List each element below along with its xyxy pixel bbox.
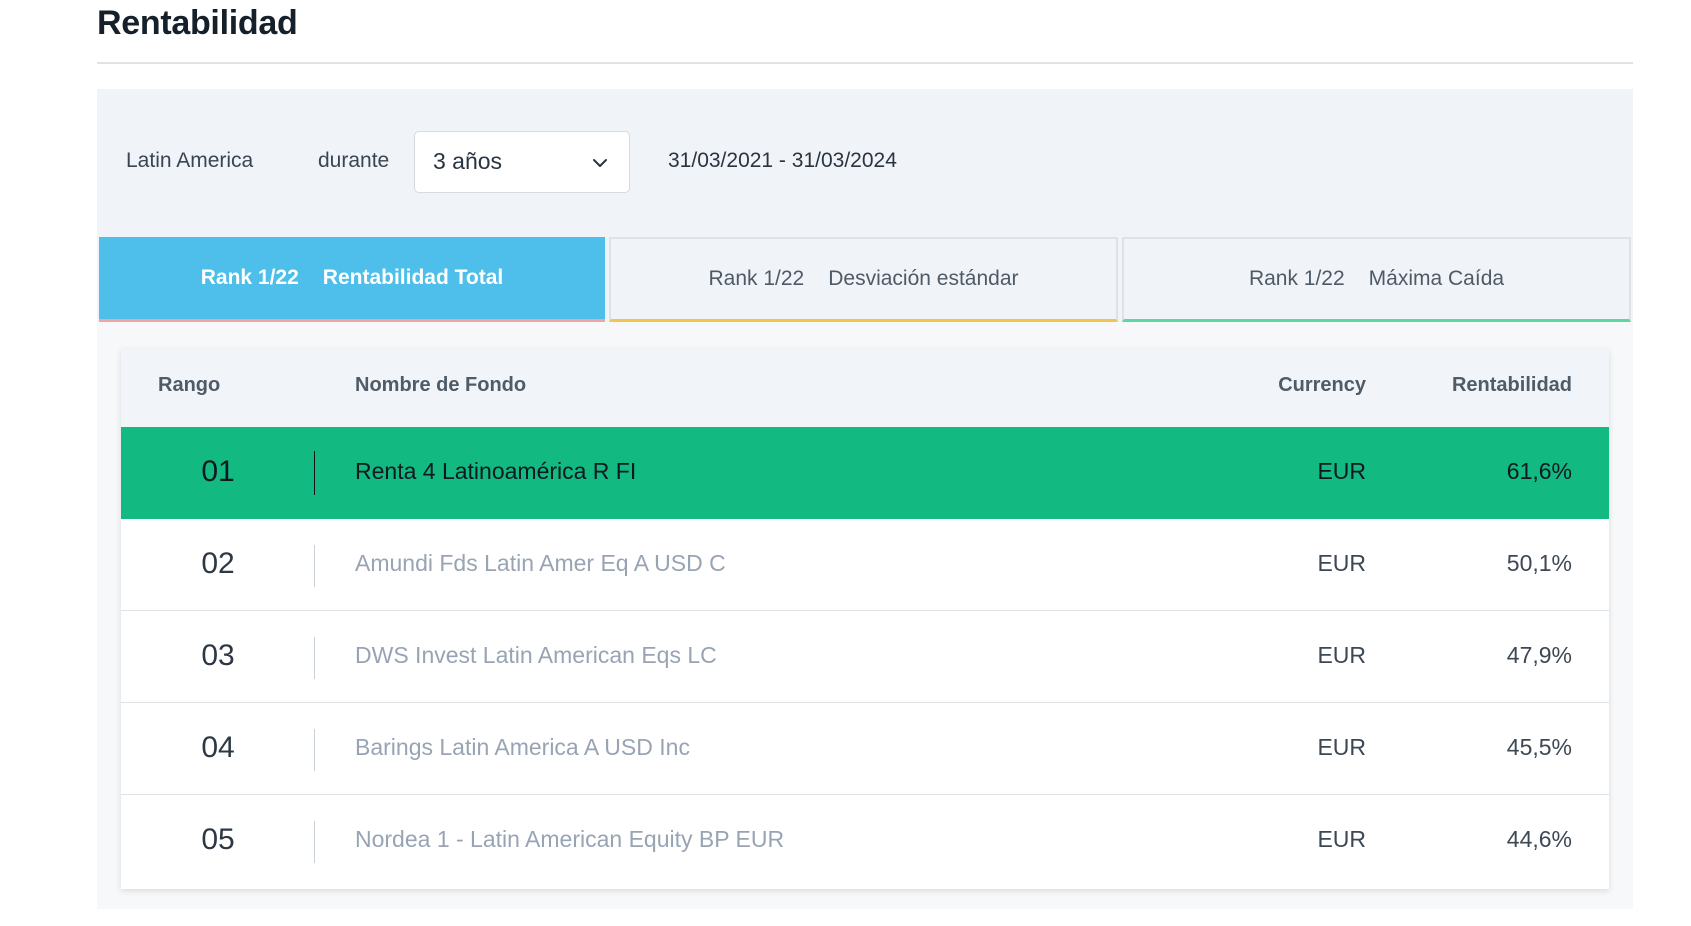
row-currency: EUR [1317, 826, 1366, 852]
column-header-fund-name[interactable]: Nombre de Fondo [355, 374, 526, 397]
row-currency: EUR [1317, 550, 1366, 576]
row-return: 50,1% [1506, 550, 1572, 576]
table-row[interactable]: 04 Barings Latin America A USD Inc EUR 4… [121, 703, 1609, 795]
tab-label: Rentabilidad Total [322, 266, 504, 289]
row-divider [314, 821, 315, 863]
row-rank: 05 [201, 823, 235, 856]
column-header-currency[interactable]: Currency [1278, 374, 1366, 397]
row-fund-name: Nordea 1 - Latin American Equity BP EUR [355, 826, 785, 852]
tab-label: Desviación estándar [828, 267, 1019, 290]
row-return: 44,6% [1506, 826, 1572, 852]
row-divider [314, 545, 315, 587]
tab-rentabilidad-total[interactable]: Rank 1/22 Rentabilidad Total [99, 237, 605, 322]
title-divider [97, 62, 1633, 64]
column-header-rank[interactable]: Rango [158, 374, 220, 397]
row-return: 61,6% [1506, 458, 1572, 484]
page-title: Rentabilidad [97, 4, 298, 42]
page: Rentabilidad Latin America durante 3 año… [0, 0, 1691, 926]
chevron-down-icon [593, 159, 607, 167]
row-fund-name: Amundi Fds Latin Amer Eq A USD C [355, 550, 726, 576]
metric-tabs: Rank 1/22 Rentabilidad Total Rank 1/22 D… [97, 237, 1633, 322]
tab-maxima-caida[interactable]: Rank 1/22 Máxima Caída [1122, 237, 1631, 322]
row-return: 45,5% [1506, 734, 1572, 760]
row-divider [314, 637, 315, 679]
row-rank: 03 [201, 639, 235, 672]
table-header: Rango Nombre de Fondo Currency Rentabili… [121, 349, 1609, 427]
period-select-value: 3 años [433, 148, 503, 174]
ranking-table: Rango Nombre de Fondo Currency Rentabili… [121, 349, 1609, 889]
region-label: Latin America [126, 149, 254, 172]
table-row[interactable]: 01 Renta 4 Latinoamérica R FI EUR 61,6% [121, 427, 1609, 519]
tab-desviacion-estandar[interactable]: Rank 1/22 Desviación estándar [609, 237, 1118, 322]
row-fund-name: DWS Invest Latin American Eqs LC [355, 642, 717, 668]
row-currency: EUR [1317, 734, 1366, 760]
table-row[interactable]: 03 DWS Invest Latin American Eqs LC EUR … [121, 611, 1609, 703]
tab-rank: Rank 1/22 [1248, 267, 1345, 290]
row-return: 47,9% [1506, 642, 1572, 668]
row-fund-name: Renta 4 Latinoamérica R FI [355, 458, 637, 484]
row-rank: 02 [201, 547, 235, 580]
row-currency: EUR [1317, 458, 1366, 484]
table-row[interactable]: 02 Amundi Fds Latin Amer Eq A USD C EUR … [121, 519, 1609, 611]
tab-label: Máxima Caída [1368, 267, 1505, 290]
row-fund-name: Barings Latin America A USD Inc [355, 734, 690, 760]
filter-bar: Latin America durante 3 años 31/03/2021 … [97, 130, 1633, 194]
during-label: durante [318, 149, 390, 172]
tab-rank: Rank 1/22 [200, 266, 299, 289]
period-select[interactable]: 3 años [414, 131, 630, 193]
row-currency: EUR [1317, 642, 1366, 668]
row-divider [314, 451, 315, 495]
column-header-return[interactable]: Rentabilidad [1452, 374, 1572, 397]
row-rank: 04 [201, 731, 235, 764]
tab-rank: Rank 1/22 [708, 267, 805, 290]
row-rank: 01 [201, 455, 235, 488]
table-row[interactable]: 05 Nordea 1 - Latin American Equity BP E… [121, 795, 1609, 887]
row-divider [314, 729, 315, 771]
date-range: 31/03/2021 - 31/03/2024 [668, 149, 897, 172]
